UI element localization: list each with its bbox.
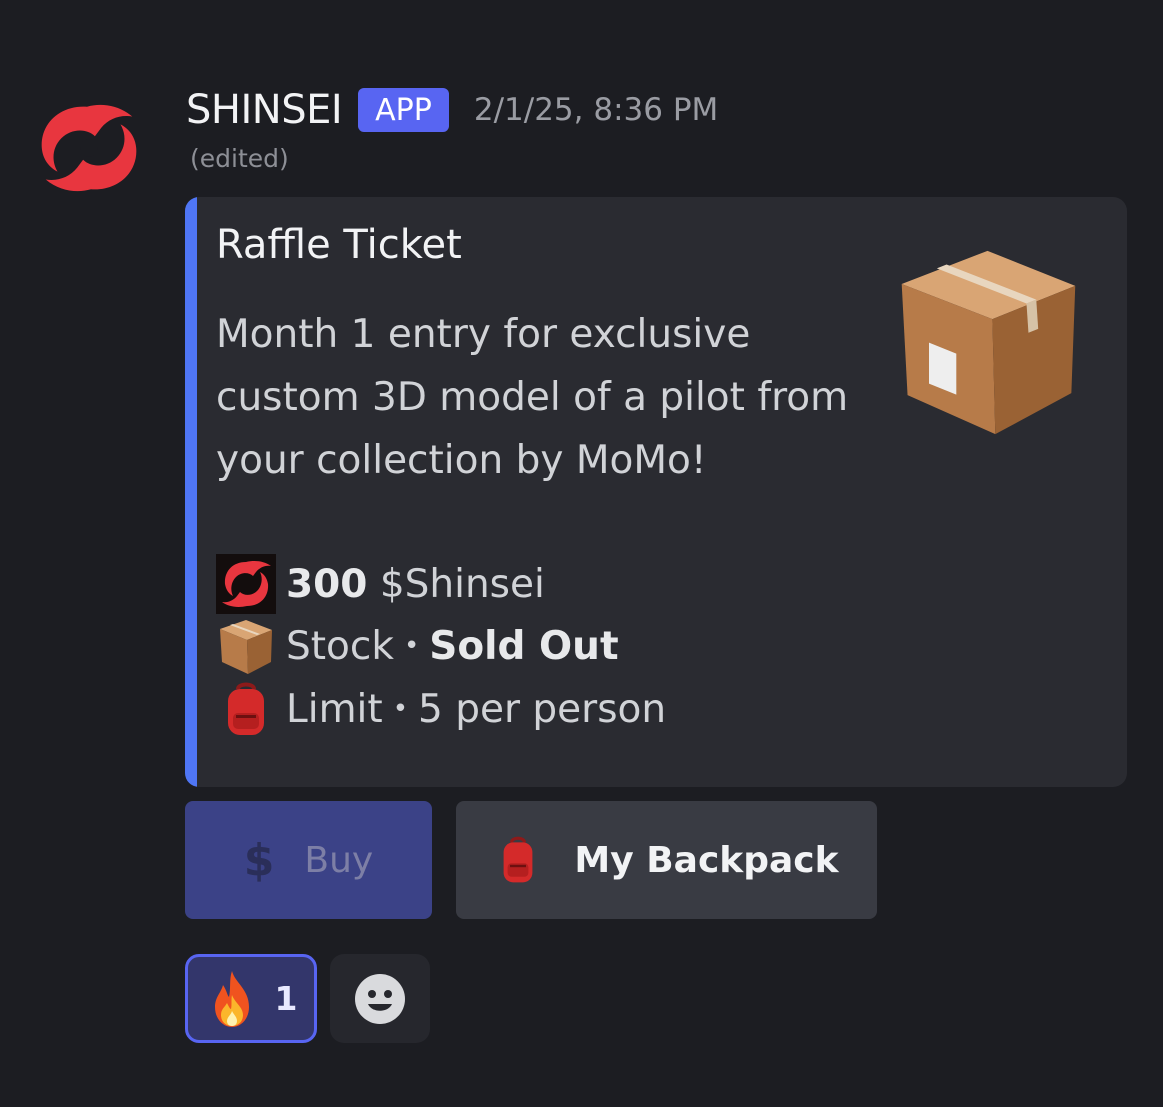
message-header: SHINSEI APP 2/1/25, 8:36 PM <box>186 84 718 136</box>
stock-separator: • <box>403 631 420 661</box>
embed-description: Month 1 entry for exclusive custom 3D mo… <box>216 312 849 483</box>
my-backpack-button[interactable]: My Backpack <box>456 801 877 919</box>
package-icon[interactable] <box>890 239 1085 444</box>
stock-value: Sold Out <box>429 623 619 669</box>
add-reaction-icon <box>355 973 405 1024</box>
limit-separator: • <box>392 694 409 724</box>
price-currency: $Shinsei <box>379 561 545 607</box>
username[interactable]: SHINSEI <box>186 87 343 133</box>
app-badge: APP <box>358 88 449 132</box>
buy-button[interactable]: $ Buy <box>185 801 432 919</box>
backpack-icon <box>504 836 533 883</box>
shinsei-logo-icon <box>216 554 276 614</box>
price-amount: 300 <box>286 561 368 607</box>
embed-title: Raffle Ticket <box>216 222 462 268</box>
backpack-icon <box>228 682 264 735</box>
my-backpack-label: My Backpack <box>574 839 839 881</box>
add-reaction-button[interactable] <box>330 954 430 1043</box>
fire-reaction-count: 1 <box>274 979 298 1018</box>
dollar-icon: $ <box>243 834 275 886</box>
shinsei-avatar-icon[interactable] <box>30 98 148 198</box>
embed-card: Raffle Ticket Month 1 entry for exclusiv… <box>185 197 1127 787</box>
limit-field: Limit • 5 per person <box>216 678 666 740</box>
limit-label: Limit <box>286 686 383 732</box>
buy-button-label: Buy <box>304 839 374 881</box>
fire-reaction[interactable]: 1 <box>185 954 317 1043</box>
stock-label: Stock <box>286 623 394 669</box>
package-small-icon <box>220 620 272 674</box>
limit-value: 5 per person <box>418 686 667 732</box>
timestamp[interactable]: 2/1/25, 8:36 PM <box>474 92 718 128</box>
embed-accent-bar <box>185 197 197 787</box>
fire-icon <box>214 970 249 1027</box>
edited-label: (edited) <box>190 144 289 173</box>
stock-field: Stock • Sold Out <box>216 615 619 677</box>
price-field: 300 $Shinsei <box>216 553 545 615</box>
